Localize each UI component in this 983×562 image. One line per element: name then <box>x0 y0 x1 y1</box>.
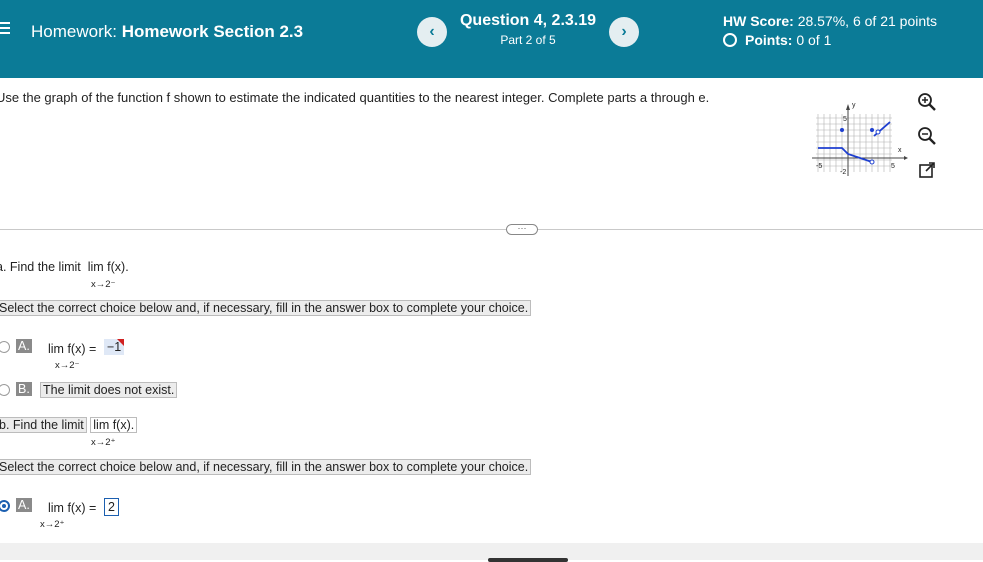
more-button[interactable]: ··· <box>506 224 538 235</box>
zoom-out-icon[interactable] <box>916 125 938 147</box>
points-label: Points: <box>745 32 793 48</box>
part-a-choice-b-letter: B. <box>16 382 32 396</box>
part-b-prefix: b. <box>0 418 10 432</box>
part-b-choice-a-sub: x→2⁺ <box>40 519 65 530</box>
part-a-answer-box[interactable]: −1 <box>104 339 125 355</box>
part-a-choice-a-radio[interactable] <box>0 341 10 353</box>
top-bar: Homework: Homework Section 2.3 ‹ Questio… <box>0 0 983 78</box>
homework-title: Homework: Homework Section 2.3 <box>31 22 303 42</box>
part-b-answer-box[interactable]: 2 <box>104 498 119 516</box>
zoom-in-icon[interactable] <box>916 91 938 113</box>
hw-score-value: 28.57%, 6 of 21 points <box>797 13 938 29</box>
part-b-limit-expr: lim f(x). <box>90 417 138 433</box>
hw-score: HW Score: 28.57%, 6 of 21 points <box>723 13 937 29</box>
part-b-limit-sub: x→2⁺ <box>91 437 116 448</box>
part-a-limit-expr: lim f(x). <box>87 260 129 274</box>
question-part: Part 2 of 5 <box>500 33 556 47</box>
hamburger-menu-icon[interactable] <box>0 22 10 36</box>
homework-name: Homework Section 2.3 <box>121 22 304 41</box>
incorrect-marker-icon <box>117 339 125 346</box>
part-a-limit-sub: x→2⁻ <box>91 279 116 290</box>
part-a-choice-a-letter: A. <box>16 339 32 353</box>
instructions: Use the graph of the function f shown to… <box>0 90 710 105</box>
part-a-prefix: a. <box>0 260 7 274</box>
part-b-prompt: b. Find the limit lim f(x). <box>0 417 138 433</box>
part-b-text: Find the limit <box>12 418 84 432</box>
part-b-answer-value: 2 <box>108 500 115 514</box>
part-a-select-instruction: Select the correct choice below and, if … <box>0 300 532 316</box>
part-b-choice-a-letter: A. <box>16 498 32 512</box>
graph-tick-y-neg: -2 <box>840 169 846 176</box>
part-a-choice-b-text: The limit does not exist. <box>40 382 178 398</box>
question-title: Question 4, 2.3.19 <box>459 12 597 29</box>
part-a-choice-b-radio[interactable] <box>0 384 10 396</box>
graph-tick-x-neg: -5 <box>816 163 822 170</box>
part-b-choice-a-expr: lim f(x) = <box>48 501 97 515</box>
part-a-prompt: a. Find the limit lim f(x). <box>0 260 129 274</box>
points-value: 0 of 1 <box>796 32 832 48</box>
points-circle-icon <box>723 33 737 47</box>
previous-question-button[interactable]: ‹ <box>417 17 447 47</box>
part-b-select-instruction: Select the correct choice below and, if … <box>0 459 532 475</box>
popout-icon[interactable] <box>916 159 938 181</box>
function-graph-thumbnail[interactable]: y x 5 -5 -2 5 <box>812 100 908 178</box>
graph-x-label: x <box>898 147 902 154</box>
points: Points: 0 of 1 <box>723 32 831 48</box>
graph-y-label: y <box>852 102 856 109</box>
part-a-choice-a-expr: lim f(x) = <box>48 342 97 356</box>
homework-prefix: Homework: <box>31 22 117 41</box>
graph-tick-x-pos: 5 <box>891 163 895 170</box>
part-b-prompt-highlight: b. Find the limit <box>0 417 87 433</box>
part-b-choice-a-radio[interactable] <box>0 500 10 512</box>
graph-tick-y: 5 <box>843 116 847 123</box>
next-question-button[interactable]: › <box>609 17 639 47</box>
part-a-text: Find the limit <box>9 260 81 274</box>
section-divider <box>0 229 983 230</box>
part-a-choice-a-sub: x→2⁻ <box>55 360 80 371</box>
footer-handle[interactable] <box>488 558 568 562</box>
hw-score-label: HW Score: <box>723 13 794 29</box>
